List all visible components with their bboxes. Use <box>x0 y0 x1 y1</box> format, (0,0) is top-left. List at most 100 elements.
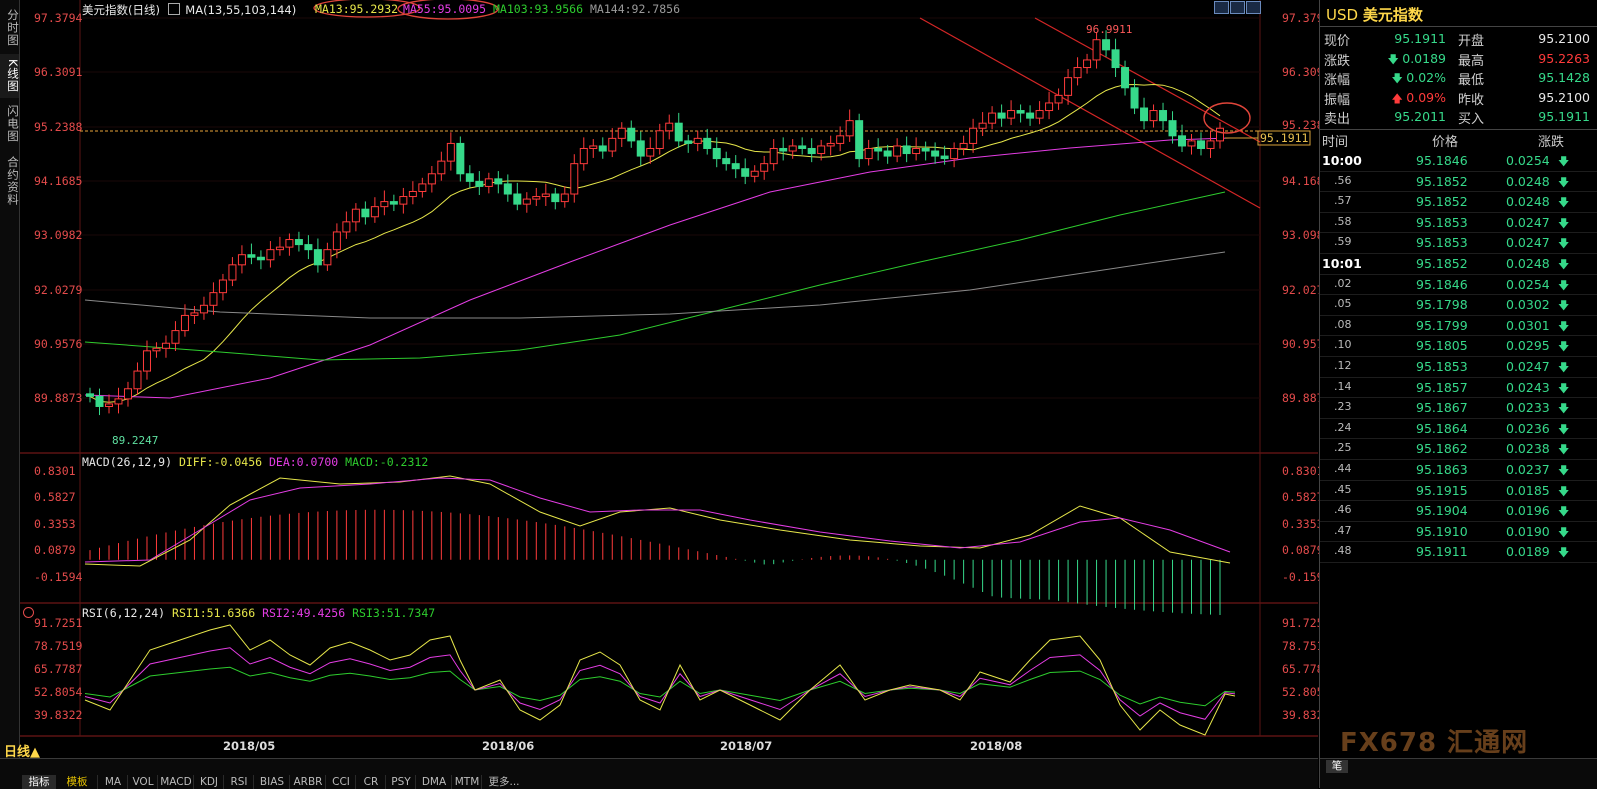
candle-up <box>1149 110 1158 122</box>
quote-label: 涨幅 <box>1324 73 1351 88</box>
candle-up <box>579 147 588 165</box>
tick-change: 0.0295 <box>1506 338 1550 354</box>
candle-up <box>608 137 617 152</box>
indicator-tab-macd[interactable]: MACD <box>157 775 194 789</box>
price-axis-left-4: 93.0982 <box>34 228 83 242</box>
candle-down <box>674 122 683 142</box>
candle-down <box>1016 110 1025 114</box>
indicator-settings-icon[interactable] <box>23 607 34 618</box>
tick-time: .59 <box>1334 235 1352 249</box>
tick-price: 95.1911 <box>1416 544 1468 560</box>
candlestick-chart[interactable] <box>20 0 1318 758</box>
candle-down <box>1102 39 1111 51</box>
tick-price: 95.1853 <box>1416 214 1468 230</box>
candle-up <box>351 208 360 223</box>
candle-down <box>95 395 104 407</box>
candle-down <box>874 147 883 152</box>
candle-down <box>1168 120 1177 137</box>
indicator-tab-arbr[interactable]: ARBR <box>289 775 326 789</box>
arrow-down-icon: 🡇 <box>1387 52 1403 66</box>
ma103-value: MA103:93.9566 <box>493 2 584 16</box>
macd-axis-left-4: -0.1594 <box>34 570 83 584</box>
tick-price: 95.1904 <box>1416 503 1468 519</box>
price-axis-left-7: 89.8873 <box>34 391 83 405</box>
candle-up <box>950 147 959 160</box>
macd-value: MACD:-0.2312 <box>345 455 429 469</box>
restore-icon[interactable] <box>1214 1 1229 14</box>
tick-time: 10:00 <box>1322 153 1362 168</box>
tab-template[interactable]: 模板 <box>60 775 94 789</box>
indicator-tab-cci[interactable]: CCI <box>325 775 356 789</box>
arrow-down-icon: 🡇 <box>1558 443 1570 457</box>
bottom-toolbar: 日线▲ 指标 模板 MA VOL MACD KDJ RSI BIAS ARBR CCI CR PS… <box>0 745 1318 789</box>
candle-down <box>703 137 712 149</box>
quote-value: 🡇 0.02% <box>1360 70 1446 89</box>
indicator-tab-dma[interactable]: DMA <box>415 775 452 789</box>
tick-row: .12 95.1853 0.0247 🡇 <box>1320 356 1597 378</box>
candle-down <box>807 147 816 155</box>
candle-down <box>855 120 864 160</box>
macd-diff-line <box>84 475 1231 567</box>
tick-row: .48 95.1911 0.0189 🡇 <box>1320 541 1597 563</box>
period-selector[interactable]: 日线▲ <box>4 741 40 760</box>
candle-up <box>266 249 275 261</box>
macd-axis-right-0: 0.8301 <box>1282 464 1324 478</box>
indicator-tab-mtm[interactable]: MTM <box>451 775 482 789</box>
tick-row: .14 95.1857 0.0243 🡇 <box>1320 377 1597 399</box>
candle-up <box>1045 102 1054 112</box>
tick-row: .05 95.1798 0.0302 🡇 <box>1320 294 1597 316</box>
tick-price: 95.1863 <box>1416 462 1468 477</box>
quote-label: 最高 <box>1458 53 1485 69</box>
quote-value: 95.1911 <box>1538 109 1590 124</box>
indicator-tab-cr[interactable]: CR <box>355 775 386 789</box>
tick-row: .23 95.1867 0.0233 🡇 <box>1320 397 1597 419</box>
tick-price: 95.1864 <box>1416 420 1468 436</box>
tick-time: .14 <box>1334 379 1352 393</box>
candle-up <box>418 183 427 192</box>
candle-up <box>836 135 845 144</box>
arrow-down-icon: 🡇 <box>1558 381 1570 395</box>
quote-label: 昨收 <box>1458 92 1485 108</box>
candle-down <box>456 142 465 175</box>
ticks-header-change: 涨跌 <box>1538 135 1565 150</box>
tab-indicator[interactable]: 指标 <box>22 775 56 789</box>
macd-axis-right-1: 0.5827 <box>1282 490 1324 504</box>
candle-down <box>1159 110 1168 122</box>
tab-contract-info[interactable]: 合约资料 <box>0 152 20 210</box>
indicator-tab-vol[interactable]: VOL <box>127 775 158 789</box>
tab-flash[interactable]: 闪电图 <box>0 102 20 146</box>
tick-change: 0.0243 <box>1506 379 1550 395</box>
tick-row: .08 95.1799 0.0301 🡇 <box>1320 315 1597 337</box>
close-icon[interactable] <box>1246 1 1261 14</box>
main-legend: 美元指数(日线) MA(13,55,103,144) <box>82 2 296 18</box>
maximize-icon[interactable] <box>1230 1 1245 14</box>
chart-area[interactable]: 美元指数(日线) MA(13,55,103,144) MA13:95.2932 … <box>20 0 1330 758</box>
indicator-tab-[interactable]: 更多... <box>481 775 526 789</box>
indicator-tab-psy[interactable]: PSY <box>385 775 416 789</box>
settings-icon[interactable] <box>167 3 180 15</box>
candle-up <box>484 178 493 187</box>
tick-price: 95.1799 <box>1416 317 1468 333</box>
candle-down <box>247 254 256 258</box>
candle-up <box>427 173 436 185</box>
tick-list[interactable]: 10:00 95.1846 0.0254 🡇 .56 95.1852 0.0248 🡇 .57 9… <box>1320 150 1597 570</box>
tick-price: 95.1862 <box>1416 441 1468 457</box>
candle-up <box>560 193 569 203</box>
candle-up <box>750 170 759 177</box>
indicator-tab-kdj[interactable]: KDJ <box>193 775 224 789</box>
tick-time: .23 <box>1334 400 1352 414</box>
tab-trades[interactable]: 笔 <box>1326 760 1348 773</box>
arrow-down-icon: 🡇 <box>1558 484 1570 498</box>
rsi-axis-left-4: 39.8322 <box>34 708 83 722</box>
arrow-down-icon: 🡇 <box>1558 237 1570 251</box>
candle-down <box>313 249 322 266</box>
indicator-tab-rsi[interactable]: RSI <box>223 775 254 789</box>
indicator-tab-bias[interactable]: BIAS <box>253 775 290 789</box>
rsi-axis-left-2: 65.7787 <box>34 662 83 676</box>
indicator-tab-ma[interactable]: MA <box>97 775 128 789</box>
tick-price: 95.1798 <box>1416 297 1468 313</box>
tab-kline[interactable]: K线图 <box>0 54 20 98</box>
rsi2-value: RSI2:49.4256 <box>262 606 346 620</box>
tab-timeshare[interactable]: 分时图 <box>0 6 20 50</box>
macd-axis-left-2: 0.3353 <box>34 517 76 531</box>
